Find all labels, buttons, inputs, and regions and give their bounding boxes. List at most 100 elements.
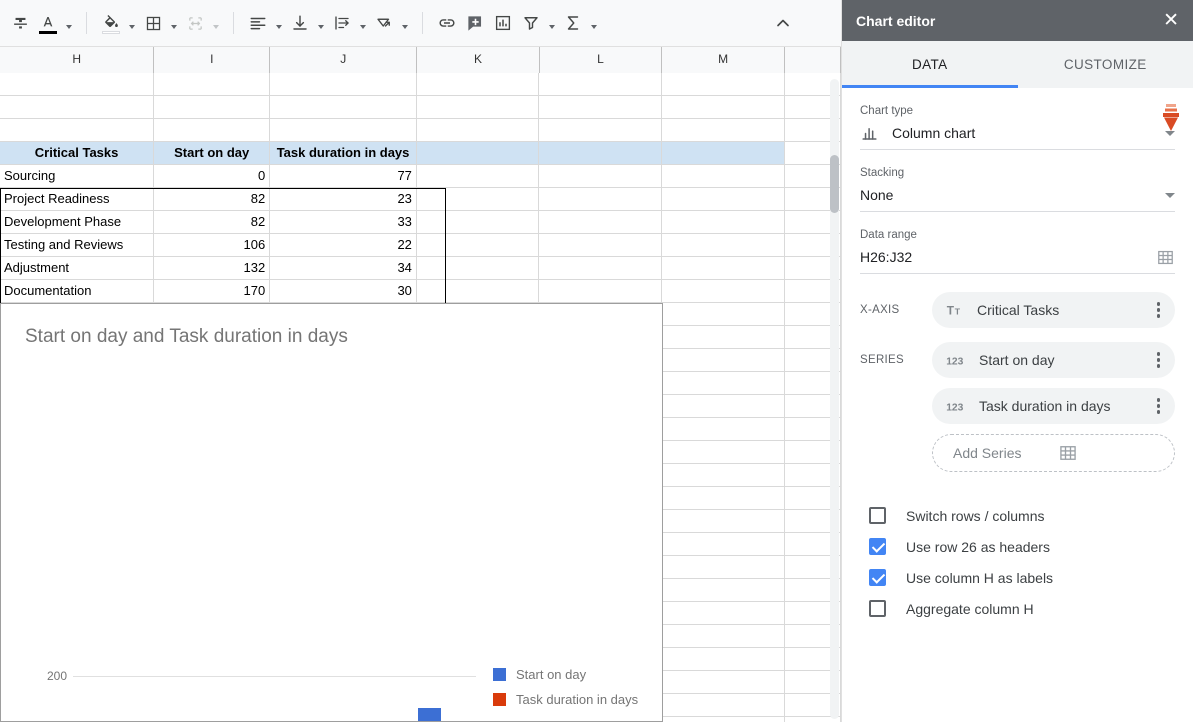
- cell-L28[interactable]: [539, 188, 662, 211]
- cell-H32[interactable]: Documentation: [0, 280, 154, 303]
- checkbox-row-0[interactable]: Switch rows / columns: [869, 500, 1175, 531]
- cell-M48[interactable]: [662, 648, 785, 671]
- cell-M25[interactable]: [662, 119, 785, 142]
- chart-type-select[interactable]: Column chart: [860, 117, 1175, 150]
- fill-color-button[interactable]: [97, 9, 125, 37]
- insert-comment-button[interactable]: [461, 9, 489, 37]
- text-color-button[interactable]: [34, 9, 62, 37]
- cell-I25[interactable]: [154, 119, 270, 142]
- table-row[interactable]: [0, 96, 841, 119]
- close-icon[interactable]: ✕: [1163, 11, 1179, 30]
- cell-H31[interactable]: Adjustment: [0, 257, 154, 280]
- table-row[interactable]: Project Readiness8223: [0, 188, 841, 211]
- create-filter-caret[interactable]: [545, 9, 559, 37]
- cell-J24[interactable]: [270, 96, 417, 119]
- legend-item[interactable]: Start on day: [493, 667, 638, 682]
- vertical-align-button[interactable]: [286, 9, 314, 37]
- cell-M23[interactable]: [662, 73, 785, 96]
- checkbox-row-3[interactable]: Aggregate column H: [869, 593, 1175, 624]
- cell-I32[interactable]: 170: [154, 280, 270, 303]
- legend-item[interactable]: Task duration in days: [493, 692, 638, 707]
- series-chip-0[interactable]: 123 Start on day: [932, 342, 1175, 378]
- cell-M40[interactable]: [662, 464, 785, 487]
- cell-H29[interactable]: Development Phase: [0, 211, 154, 234]
- cell-M31[interactable]: [662, 257, 785, 280]
- checkbox-row-2[interactable]: Use column H as labels: [869, 562, 1175, 593]
- cell-M44[interactable]: [662, 556, 785, 579]
- checkbox-input[interactable]: [869, 507, 886, 524]
- insert-chart-button[interactable]: [489, 9, 517, 37]
- cell-K23[interactable]: [417, 73, 540, 96]
- cell-K31[interactable]: [417, 257, 540, 280]
- checkbox-input[interactable]: [869, 600, 886, 617]
- cell-M51[interactable]: [662, 717, 785, 722]
- create-filter-button[interactable]: [517, 9, 545, 37]
- cell-M26[interactable]: [662, 142, 785, 165]
- cell-M27[interactable]: [662, 165, 785, 188]
- scrollbar-thumb[interactable]: [830, 155, 839, 213]
- cell-K29[interactable]: [417, 211, 540, 234]
- table-row[interactable]: Critical TasksStart on dayTask duration …: [0, 142, 841, 165]
- cell-I24[interactable]: [154, 96, 270, 119]
- cell-K24[interactable]: [417, 96, 540, 119]
- text-color-caret[interactable]: [62, 9, 76, 37]
- stacking-select[interactable]: None: [860, 179, 1175, 212]
- chart-bar[interactable]: [418, 708, 441, 722]
- table-row[interactable]: Documentation17030: [0, 280, 841, 303]
- cell-M38[interactable]: [662, 418, 785, 441]
- table-row[interactable]: [0, 73, 841, 96]
- cell-H27[interactable]: Sourcing: [0, 165, 154, 188]
- cell-J25[interactable]: [270, 119, 417, 142]
- cell-K28[interactable]: [417, 188, 540, 211]
- cell-H28[interactable]: Project Readiness: [0, 188, 154, 211]
- text-rotation-caret[interactable]: [398, 9, 412, 37]
- cell-H24[interactable]: [0, 96, 154, 119]
- cell-M35[interactable]: [662, 349, 785, 372]
- cell-J27[interactable]: 77: [270, 165, 417, 188]
- column-header-L[interactable]: L: [540, 47, 663, 73]
- column-header-I[interactable]: I: [154, 47, 270, 73]
- cell-L30[interactable]: [539, 234, 662, 257]
- series-more-icon-1[interactable]: [1150, 398, 1168, 414]
- cell-L26[interactable]: [539, 142, 662, 165]
- cell-I26[interactable]: Start on day: [154, 142, 270, 165]
- cell-M32[interactable]: [662, 280, 785, 303]
- cell-J31[interactable]: 34: [270, 257, 417, 280]
- grid-picker-icon[interactable]: [1058, 443, 1163, 463]
- cell-M34[interactable]: [662, 326, 785, 349]
- cell-H23[interactable]: [0, 73, 154, 96]
- cell-M39[interactable]: [662, 441, 785, 464]
- functions-button[interactable]: [559, 9, 587, 37]
- column-header-K[interactable]: K: [417, 47, 540, 73]
- x-axis-more-icon[interactable]: [1150, 302, 1168, 318]
- cell-K27[interactable]: [417, 165, 540, 188]
- text-wrapping-button[interactable]: [328, 9, 356, 37]
- cell-M37[interactable]: [662, 395, 785, 418]
- cell-M45[interactable]: [662, 579, 785, 602]
- cell-I28[interactable]: 82: [154, 188, 270, 211]
- table-row[interactable]: [0, 119, 841, 142]
- series-chip-1[interactable]: 123 Task duration in days: [932, 388, 1175, 424]
- series-more-icon-0[interactable]: [1150, 352, 1168, 368]
- cell-L32[interactable]: [539, 280, 662, 303]
- cell-M46[interactable]: [662, 602, 785, 625]
- checkbox-row-1[interactable]: Use row 26 as headers: [869, 531, 1175, 562]
- cell-M33[interactable]: [662, 303, 785, 326]
- cell-H26[interactable]: Critical Tasks: [0, 142, 154, 165]
- cell-K32[interactable]: [417, 280, 540, 303]
- cell-L24[interactable]: [539, 96, 662, 119]
- x-axis-chip[interactable]: TT Critical Tasks: [932, 292, 1175, 328]
- insert-link-button[interactable]: [433, 9, 461, 37]
- cell-M30[interactable]: [662, 234, 785, 257]
- cell-I31[interactable]: 132: [154, 257, 270, 280]
- cell-I27[interactable]: 0: [154, 165, 270, 188]
- cell-H25[interactable]: [0, 119, 154, 142]
- column-header-H[interactable]: H: [0, 47, 154, 73]
- cell-L31[interactable]: [539, 257, 662, 280]
- cell-L27[interactable]: [539, 165, 662, 188]
- cell-L25[interactable]: [539, 119, 662, 142]
- cell-M36[interactable]: [662, 372, 785, 395]
- cell-H30[interactable]: Testing and Reviews: [0, 234, 154, 257]
- table-row[interactable]: Adjustment13234: [0, 257, 841, 280]
- fill-color-caret[interactable]: [125, 9, 139, 37]
